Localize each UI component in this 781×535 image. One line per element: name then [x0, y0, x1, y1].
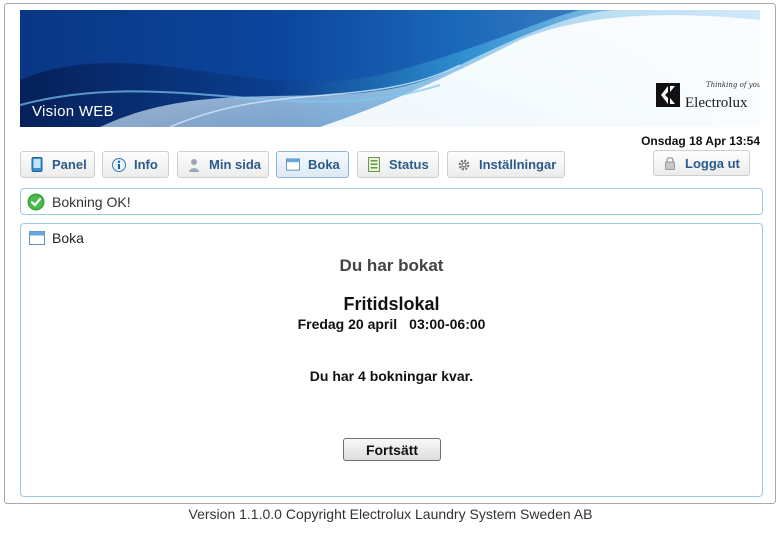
- lock-icon: [663, 156, 677, 170]
- tab-installningar-label: Inställningar: [479, 157, 557, 172]
- panel-title: Boka: [52, 230, 84, 246]
- continue-button[interactable]: Fortsätt: [343, 438, 441, 461]
- app-title: Vision WEB: [32, 103, 114, 120]
- tab-info[interactable]: Info: [102, 151, 169, 178]
- booking-time: 03:00-06:00: [409, 316, 486, 332]
- logo-wordmark: Electrolux: [685, 95, 748, 111]
- success-alert: Bokning OK!: [20, 188, 763, 215]
- booking-date: Fredag 20 april: [297, 316, 398, 332]
- tab-min-sida[interactable]: Min sida: [177, 151, 269, 178]
- remaining-bookings: Du har 4 bokningar kvar.: [309, 368, 474, 384]
- tablet-icon: [30, 157, 44, 172]
- booking-heading: Du har bokat: [339, 256, 444, 275]
- check-circle-icon: [27, 193, 45, 210]
- tab-panel-label: Panel: [52, 157, 87, 172]
- tab-min-sida-label: Min sida: [209, 157, 262, 172]
- booking-panel: Boka Du har bokat Fritidslokal Fredag 20…: [20, 223, 763, 497]
- calendar-icon: [29, 231, 45, 245]
- info-icon: [112, 157, 126, 172]
- tab-panel[interactable]: Panel: [20, 151, 95, 178]
- logo-tagline: Thinking of you: [706, 81, 760, 89]
- tab-boka[interactable]: Boka: [276, 151, 349, 178]
- tab-info-label: Info: [134, 157, 158, 172]
- footer-copyright: Version 1.1.0.0 Copyright Electrolux Lau…: [188, 506, 593, 522]
- banner-wave-graphic: [20, 10, 760, 127]
- booked-resource: Fritidslokal: [343, 294, 440, 314]
- tab-status[interactable]: Status: [357, 151, 439, 178]
- logout-label: Logga ut: [685, 155, 740, 171]
- logout-button[interactable]: Logga ut: [653, 150, 750, 176]
- tab-status-label: Status: [389, 157, 429, 172]
- calendar-icon: [286, 158, 300, 172]
- header-banner: Vision WEB Thinking of you Electrolux: [20, 10, 760, 127]
- alert-message: Bokning OK!: [52, 193, 131, 210]
- current-datetime: Onsdag 18 Apr 13:54: [641, 134, 760, 148]
- gear-icon: [457, 158, 471, 172]
- electrolux-mark-icon: [656, 83, 680, 107]
- list-icon: [367, 157, 381, 172]
- panel-header: Boka: [29, 230, 84, 246]
- booking-datetime: Fredag 20 april 03:00-06:00: [21, 316, 762, 332]
- tab-boka-label: Boka: [308, 157, 340, 172]
- electrolux-logo: Thinking of you Electrolux: [656, 81, 760, 117]
- tab-installningar[interactable]: Inställningar: [447, 151, 565, 178]
- user-icon: [187, 158, 201, 172]
